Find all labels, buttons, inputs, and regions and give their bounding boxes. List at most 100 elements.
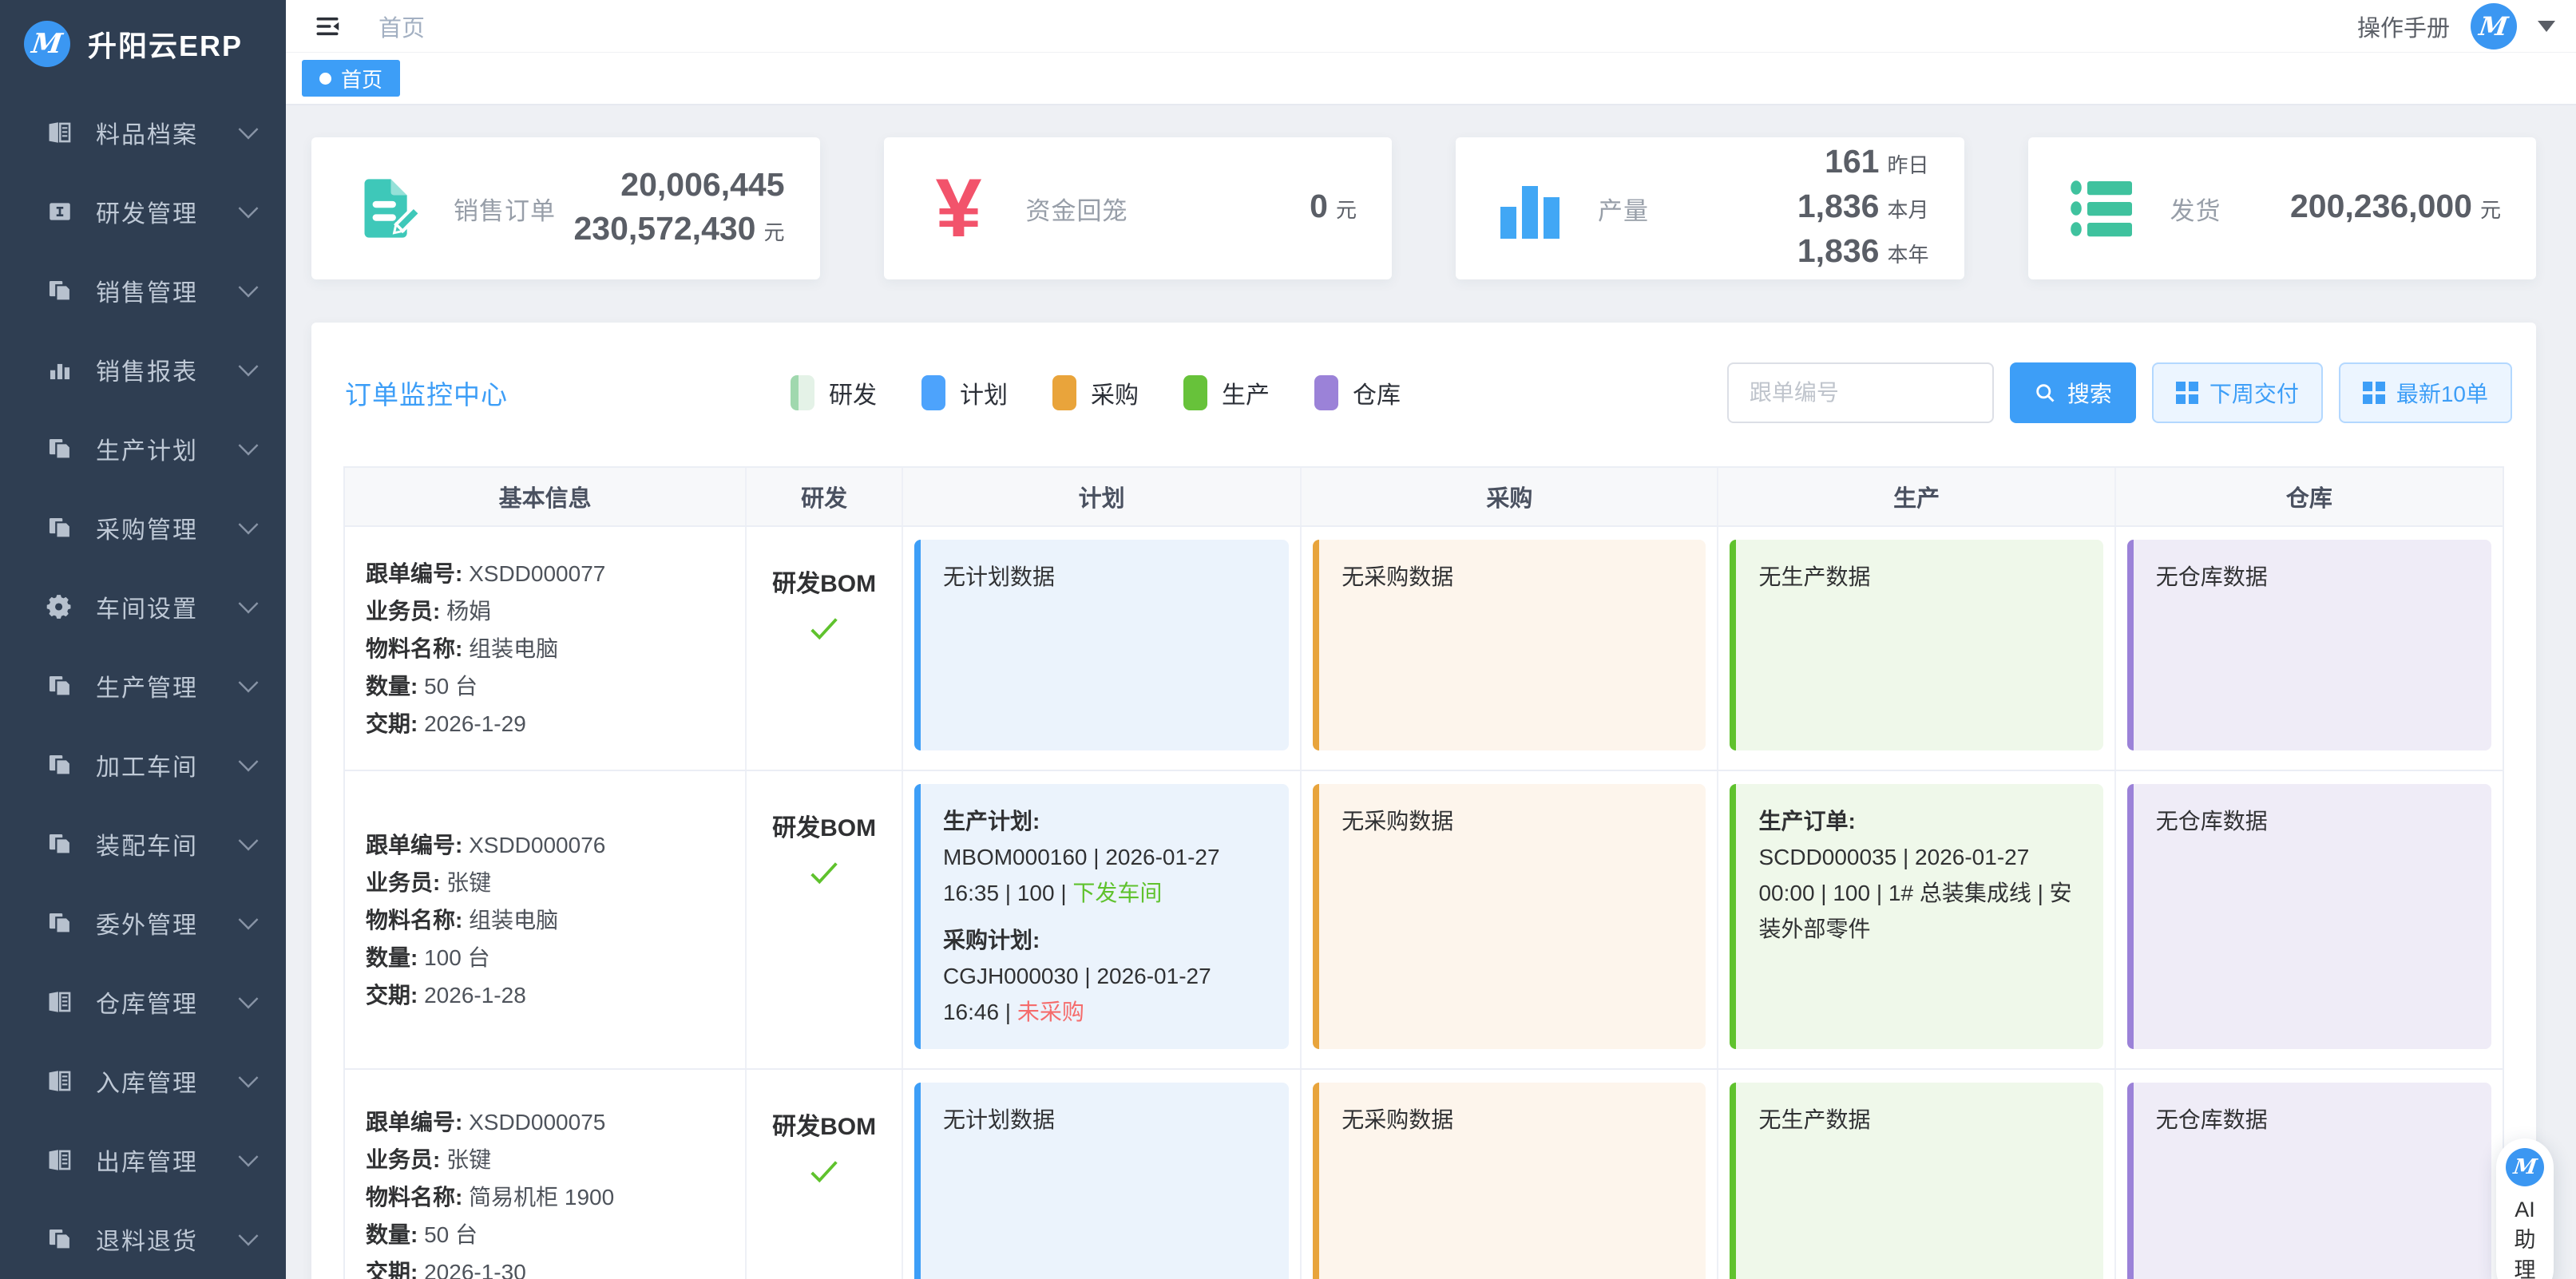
chevron-down-icon <box>239 909 259 929</box>
order-monitor-panel: 订单监控中心 研发计划采购生产仓库 搜索 下周交付 <box>311 323 2536 1279</box>
search-input[interactable] <box>1727 362 1994 423</box>
user-menu-caret-icon[interactable] <box>2538 21 2555 32</box>
table-row: 跟单编号: XSDD000077 业务员: 杨娟 物料名称: 组装电脑 数量: … <box>345 525 2503 770</box>
collapse-sidebar-icon[interactable] <box>311 12 343 41</box>
sidebar-item-出库管理[interactable]: 出库管理 <box>0 1120 286 1199</box>
stat-value-line: 161昨日 <box>1797 141 1929 186</box>
menu-icon <box>46 435 73 462</box>
monitor-controls: 搜索 下周交付 最新10单 <box>1727 362 2512 423</box>
legend-item-计划: 计划 <box>921 375 1008 410</box>
warehouse-cell: 无仓库数据 <box>2116 527 2503 770</box>
table-row: 跟单编号: XSDD000076 业务员: 张键 物料名称: 组装电脑 数量: … <box>345 770 2503 1068</box>
grid-icon <box>2176 382 2198 404</box>
active-tab-dot <box>319 73 331 85</box>
stat-value-line: 1,836本年 <box>1797 231 1929 275</box>
sidebar-item-销售管理[interactable]: 销售管理 <box>0 251 286 330</box>
sidebar-item-label: 料品档案 <box>96 115 240 150</box>
order-basic-info: 跟单编号: XSDD000076 业务员: 张键 物料名称: 组装电脑 数量: … <box>345 771 747 1068</box>
next-week-delivery-button[interactable]: 下周交付 <box>2152 362 2323 423</box>
legend-swatch <box>1314 375 1338 410</box>
chevron-down-icon <box>239 751 259 771</box>
warehouse-panel: 无仓库数据 <box>2127 1083 2491 1279</box>
legend-swatch <box>791 375 814 410</box>
stat-value-line: 0元 <box>1310 186 1357 231</box>
sidebar-item-生产管理[interactable]: 生产管理 <box>0 646 286 725</box>
page-title: 订单监控中心 <box>345 374 508 412</box>
menu-icon <box>46 119 73 146</box>
sidebar-item-生产计划[interactable]: 生产计划 <box>0 409 286 488</box>
sidebar-item-销售报表[interactable]: 销售报表 <box>0 330 286 409</box>
sidebar-item-委外管理[interactable]: 委外管理 <box>0 883 286 962</box>
check-icon <box>806 854 842 891</box>
sidebar-item-仓库管理[interactable]: 仓库管理 <box>0 962 286 1041</box>
menu-icon <box>46 672 73 699</box>
table-header-row: 基本信息 研发 计划 采购 生产 仓库 <box>345 468 2503 525</box>
order-basic-info: 跟单编号: XSDD000077 业务员: 杨娟 物料名称: 组装电脑 数量: … <box>345 527 747 770</box>
monitor-header: 订单监控中心 研发计划采购生产仓库 搜索 下周交付 <box>311 323 2536 466</box>
menu-icon <box>46 277 73 304</box>
production-panel: 无生产数据 <box>1730 1083 2102 1279</box>
stat-card: 销售订单 20,006,445230,572,430元 <box>311 137 820 279</box>
ai-assistant-button[interactable]: M AI助理 <box>2496 1138 2554 1279</box>
stat-value-line: 20,006,445 <box>573 164 784 208</box>
plan-panel: 无计划数据 <box>914 1083 1289 1279</box>
sidebar-item-退料退货[interactable]: 退料退货 <box>0 1199 286 1278</box>
legend-item-生产: 生产 <box>1183 375 1270 410</box>
stat-card: ¥ 资金回笼 0元 <box>884 137 1393 279</box>
menu-icon <box>46 909 73 936</box>
status-legend: 研发计划采购生产仓库 <box>791 375 1401 410</box>
app-logo-letter: M <box>30 28 64 60</box>
app-logo: M 升阳云ERP <box>0 0 286 70</box>
menu-icon <box>46 198 73 225</box>
col-header-purchase: 采购 <box>1302 468 1718 525</box>
list-icon <box>2063 173 2143 244</box>
stat-card-values: 20,006,445230,572,430元 <box>573 164 784 253</box>
sidebar-item-label: 加工车间 <box>96 747 240 782</box>
production-cell: 无生产数据 <box>1718 1070 2115 1279</box>
chevron-down-icon <box>239 198 259 218</box>
purchase-panel: 无采购数据 <box>1313 540 1706 750</box>
sidebar-item-料品档案[interactable]: 料品档案 <box>0 93 286 172</box>
chevron-down-icon <box>239 277 259 297</box>
sidebar-item-加工车间[interactable]: 加工车间 <box>0 725 286 804</box>
sidebar-item-车间设置[interactable]: 车间设置 <box>0 567 286 646</box>
col-header-info: 基本信息 <box>345 468 747 525</box>
stat-value-line: 200,236,000元 <box>2290 186 2501 231</box>
col-header-production: 生产 <box>1718 468 2115 525</box>
col-header-plan: 计划 <box>903 468 1302 525</box>
ai-assistant-label: AI助理 <box>2511 1194 2539 1279</box>
tab-home[interactable]: 首页 <box>302 60 400 97</box>
menu-icon <box>46 356 73 383</box>
chevron-down-icon <box>239 119 259 139</box>
sidebar-item-label: 生产计划 <box>96 431 240 466</box>
production-panel: 生产订单: SCDD000035 | 2026-01-27 00:00 | 10… <box>1730 784 2102 1049</box>
purchase-cell: 无采购数据 <box>1302 527 1718 770</box>
warehouse-cell: 无仓库数据 <box>2116 771 2503 1068</box>
menu-icon <box>46 1226 73 1253</box>
yen-icon: ¥ <box>919 167 999 250</box>
order-basic-info: 跟单编号: XSDD000075 业务员: 张键 物料名称: 简易机柜 1900… <box>345 1070 747 1279</box>
stat-card-label: 产量 <box>1598 191 1797 227</box>
plan-status-danger: 未采购 <box>1017 1000 1084 1024</box>
sidebar-item-label: 退料退货 <box>96 1222 240 1257</box>
chevron-down-icon <box>239 1067 259 1087</box>
tab-home-label: 首页 <box>341 64 382 93</box>
sidebar-item-装配车间[interactable]: 装配车间 <box>0 804 286 883</box>
sidebar-item-label: 入库管理 <box>96 1063 240 1099</box>
breadcrumb[interactable]: 首页 <box>378 10 425 43</box>
search-button[interactable]: 搜索 <box>2010 362 2136 423</box>
sidebar-item-采购管理[interactable]: 采购管理 <box>0 488 286 567</box>
check-icon <box>806 1153 842 1190</box>
plan-cell: 无计划数据 <box>903 1070 1302 1279</box>
production-cell: 生产订单: SCDD000035 | 2026-01-27 00:00 | 10… <box>1718 771 2115 1068</box>
main-content: 销售订单 20,006,445230,572,430元 ¥ 资金回笼 0元 产量… <box>286 107 2576 1279</box>
sidebar-item-研发管理[interactable]: 研发管理 <box>0 172 286 251</box>
sidebar-item-入库管理[interactable]: 入库管理 <box>0 1041 286 1120</box>
manual-link[interactable]: 操作手册 <box>2357 10 2450 43</box>
warehouse-panel: 无仓库数据 <box>2127 784 2491 1049</box>
stat-card: 发货 200,236,000元 <box>2028 137 2537 279</box>
plan-cell: 无计划数据 <box>903 527 1302 770</box>
sidebar-item-label: 车间设置 <box>96 589 240 624</box>
user-avatar[interactable]: M <box>2471 3 2517 49</box>
latest-10-orders-button[interactable]: 最新10单 <box>2339 362 2512 423</box>
